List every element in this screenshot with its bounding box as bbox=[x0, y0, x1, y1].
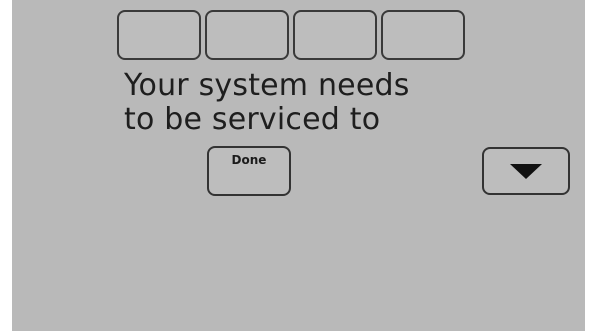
done-button[interactable]: Done bbox=[207, 146, 291, 196]
message-line-1: Your system needs bbox=[124, 68, 410, 103]
message-line-2: to be serviced to bbox=[124, 102, 381, 137]
scroll-down-button[interactable] bbox=[482, 147, 570, 195]
code-entry-slots bbox=[117, 10, 469, 66]
service-message: Your system needs to be serviced to bbox=[124, 69, 484, 137]
triangle-down-icon bbox=[510, 164, 542, 179]
thermostat-screen: Your system needs to be serviced to Done bbox=[12, 0, 585, 331]
digit-slot-3[interactable] bbox=[293, 10, 377, 60]
digit-slot-2[interactable] bbox=[205, 10, 289, 60]
digit-slot-1[interactable] bbox=[117, 10, 201, 60]
digit-slot-4[interactable] bbox=[381, 10, 465, 60]
done-button-label: Done bbox=[231, 153, 267, 167]
